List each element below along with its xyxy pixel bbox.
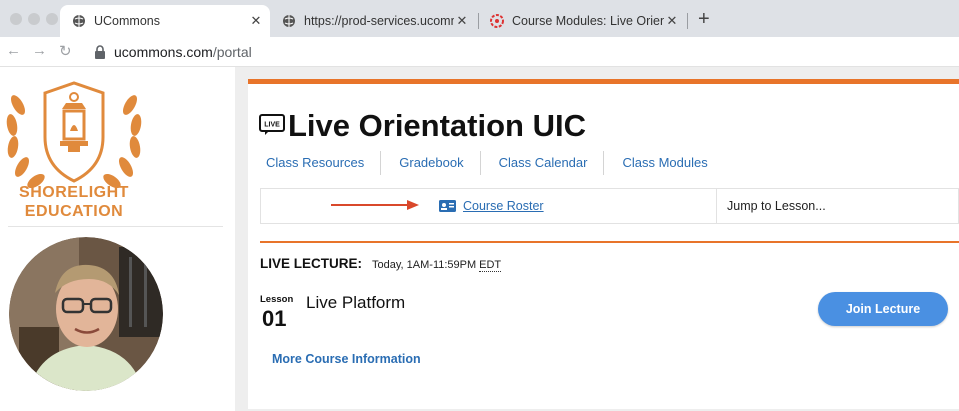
url-host: ucommons.com bbox=[114, 44, 213, 60]
brand-name-line1: SHORELIGHT bbox=[19, 184, 129, 201]
live-lecture-label: LIVE LECTURE: bbox=[260, 256, 363, 271]
page-background: SHORELIGHT EDUCATION LIVE Live Orientati… bbox=[0, 67, 959, 411]
tab-close-icon[interactable]: ✕ bbox=[248, 13, 264, 29]
forward-arrow-icon[interactable]: → bbox=[32, 42, 47, 59]
page-title: Live Orientation UIC bbox=[288, 108, 586, 143]
globe-icon bbox=[283, 15, 295, 27]
more-course-information-link[interactable]: More Course Information bbox=[272, 352, 421, 366]
nav-class-resources[interactable]: Class Resources bbox=[248, 151, 380, 175]
red-arrow-annotation bbox=[331, 200, 419, 210]
browser-tab-ucommons[interactable]: UCommons ✕ bbox=[60, 5, 270, 37]
live-badge-icon: LIVE bbox=[259, 114, 285, 135]
window-close-dot[interactable] bbox=[10, 13, 22, 25]
lock-icon bbox=[95, 45, 105, 59]
tab-close-icon[interactable]: ✕ bbox=[664, 13, 680, 29]
nav-class-calendar[interactable]: Class Calendar bbox=[481, 151, 604, 175]
browser-tab-course-modules[interactable]: Course Modules: Live Orientati ✕ bbox=[478, 5, 686, 37]
live-badge-text: LIVE bbox=[264, 122, 280, 129]
tab-close-icon[interactable]: ✕ bbox=[454, 13, 470, 29]
back-arrow-icon[interactable]: ← bbox=[6, 42, 21, 59]
nav-class-modules[interactable]: Class Modules bbox=[604, 151, 723, 175]
tab-title: https://prod-services.ucommo bbox=[304, 14, 454, 28]
avatar bbox=[9, 237, 163, 391]
lesson-number: 01 bbox=[262, 306, 287, 331]
window-minimize-dot[interactable] bbox=[28, 13, 40, 25]
sidebar: SHORELIGHT EDUCATION bbox=[0, 67, 235, 411]
course-nav: Class Resources Gradebook Class Calendar… bbox=[248, 151, 724, 175]
lesson-word: Lesson bbox=[260, 294, 294, 305]
sakai-logo-icon bbox=[490, 14, 504, 28]
roster-bar: Course Roster Jump to Lesson... bbox=[260, 188, 959, 224]
id-card-icon bbox=[439, 200, 456, 212]
course-panel: LIVE Live Orientation UIC Class Resource… bbox=[248, 79, 959, 409]
nav-gradebook[interactable]: Gradebook bbox=[381, 151, 479, 175]
jump-to-lesson-select[interactable]: Jump to Lesson... bbox=[716, 189, 959, 223]
course-roster-label: Course Roster bbox=[463, 199, 544, 213]
tab-separator bbox=[687, 13, 688, 29]
browser-tab-strip: UCommons ✕ https://prod-services.ucommo … bbox=[0, 0, 959, 37]
brand-name-line2: EDUCATION bbox=[24, 203, 124, 220]
live-lecture-timezone[interactable]: EDT bbox=[479, 259, 502, 272]
sidebar-divider bbox=[8, 226, 223, 227]
join-lecture-button[interactable]: Join Lecture bbox=[818, 292, 948, 326]
reload-icon[interactable]: ↻ bbox=[59, 42, 72, 60]
window-maximize-dot[interactable] bbox=[46, 13, 58, 25]
tab-title: Course Modules: Live Orientati bbox=[512, 14, 664, 28]
live-lecture-header: LIVE LECTURE: Today, 1AM-11:59PM EDT bbox=[260, 256, 502, 272]
browser-tab-prod-services[interactable]: https://prod-services.ucommo ✕ bbox=[270, 5, 476, 37]
globe-icon bbox=[73, 15, 85, 27]
tab-title: UCommons bbox=[94, 14, 160, 28]
live-lecture-time: Today, 1AM-11:59PM bbox=[372, 259, 477, 271]
lesson-name: Live Platform bbox=[306, 293, 406, 312]
section-divider bbox=[260, 241, 959, 243]
course-roster-link[interactable]: Course Roster bbox=[439, 199, 544, 213]
browser-toolbar: ← → ↻ ucommons.com/portal bbox=[0, 37, 959, 67]
address-bar[interactable]: ucommons.com/portal bbox=[114, 44, 252, 60]
url-path: /portal bbox=[212, 44, 252, 60]
new-tab-icon[interactable]: + bbox=[698, 8, 710, 31]
